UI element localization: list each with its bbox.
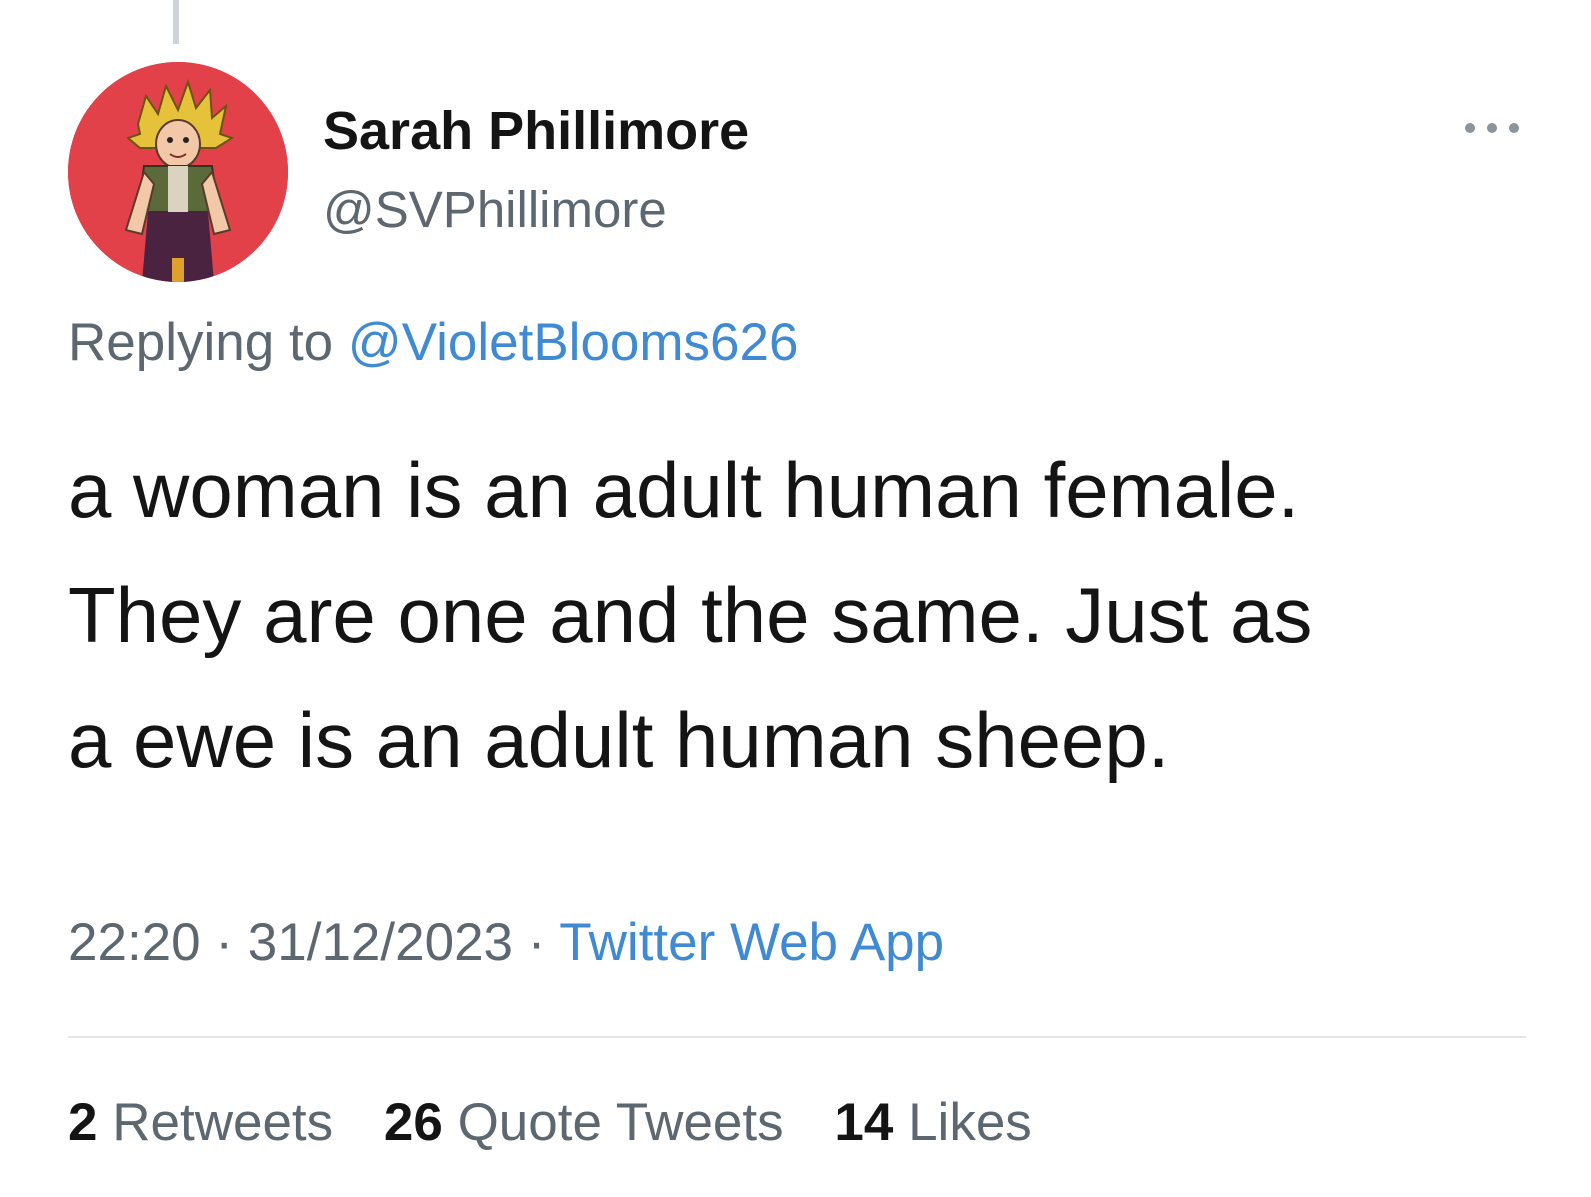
replying-to-prefix: Replying to <box>68 313 334 372</box>
tweet-text: a woman is an adult human female. They a… <box>68 428 1548 803</box>
divider <box>68 1036 1526 1038</box>
retweets-label: Retweets <box>112 1093 334 1152</box>
replying-to-line: Replying to @VioletBlooms626 <box>68 312 798 373</box>
retweets-stat[interactable]: 2 Retweets <box>68 1093 333 1152</box>
author-handle[interactable]: @SVPhillimore <box>323 180 667 239</box>
more-options-icon[interactable] <box>1456 108 1528 148</box>
quote-tweets-count: 26 <box>383 1093 443 1152</box>
avatar-illustration <box>68 62 288 282</box>
tweet-source-link[interactable]: Twitter Web App <box>559 913 944 972</box>
meta-separator: · <box>527 913 546 972</box>
meta-separator: · <box>215 913 234 972</box>
avatar[interactable] <box>68 62 288 282</box>
tweet-date[interactable]: 31/12/2023 <box>248 913 513 972</box>
quote-tweets-label: Quote Tweets <box>457 1093 784 1152</box>
author-display-name[interactable]: Sarah Phillimore <box>323 100 749 162</box>
tweet-metadata: 22:20 · 31/12/2023 · Twitter Web App <box>68 912 944 973</box>
replying-to-mention-link[interactable]: @VioletBlooms626 <box>348 313 799 372</box>
tweet-text-line: a ewe is an adult human sheep. <box>68 696 1170 784</box>
tweet-text-line: a woman is an adult human female. <box>68 446 1300 534</box>
likes-stat[interactable]: 14 Likes <box>834 1093 1031 1152</box>
quote-tweets-stat[interactable]: 26 Quote Tweets <box>384 1093 784 1152</box>
retweets-count: 2 <box>68 1093 98 1152</box>
tweet-time[interactable]: 22:20 <box>68 913 201 972</box>
likes-count: 14 <box>834 1093 894 1152</box>
thread-connector-line <box>173 0 179 44</box>
tweet-text-line: They are one and the same. Just as <box>68 571 1313 659</box>
likes-label: Likes <box>908 1093 1032 1152</box>
engagement-stats: 2 Retweets 26 Quote Tweets 14 Likes <box>68 1092 1068 1153</box>
